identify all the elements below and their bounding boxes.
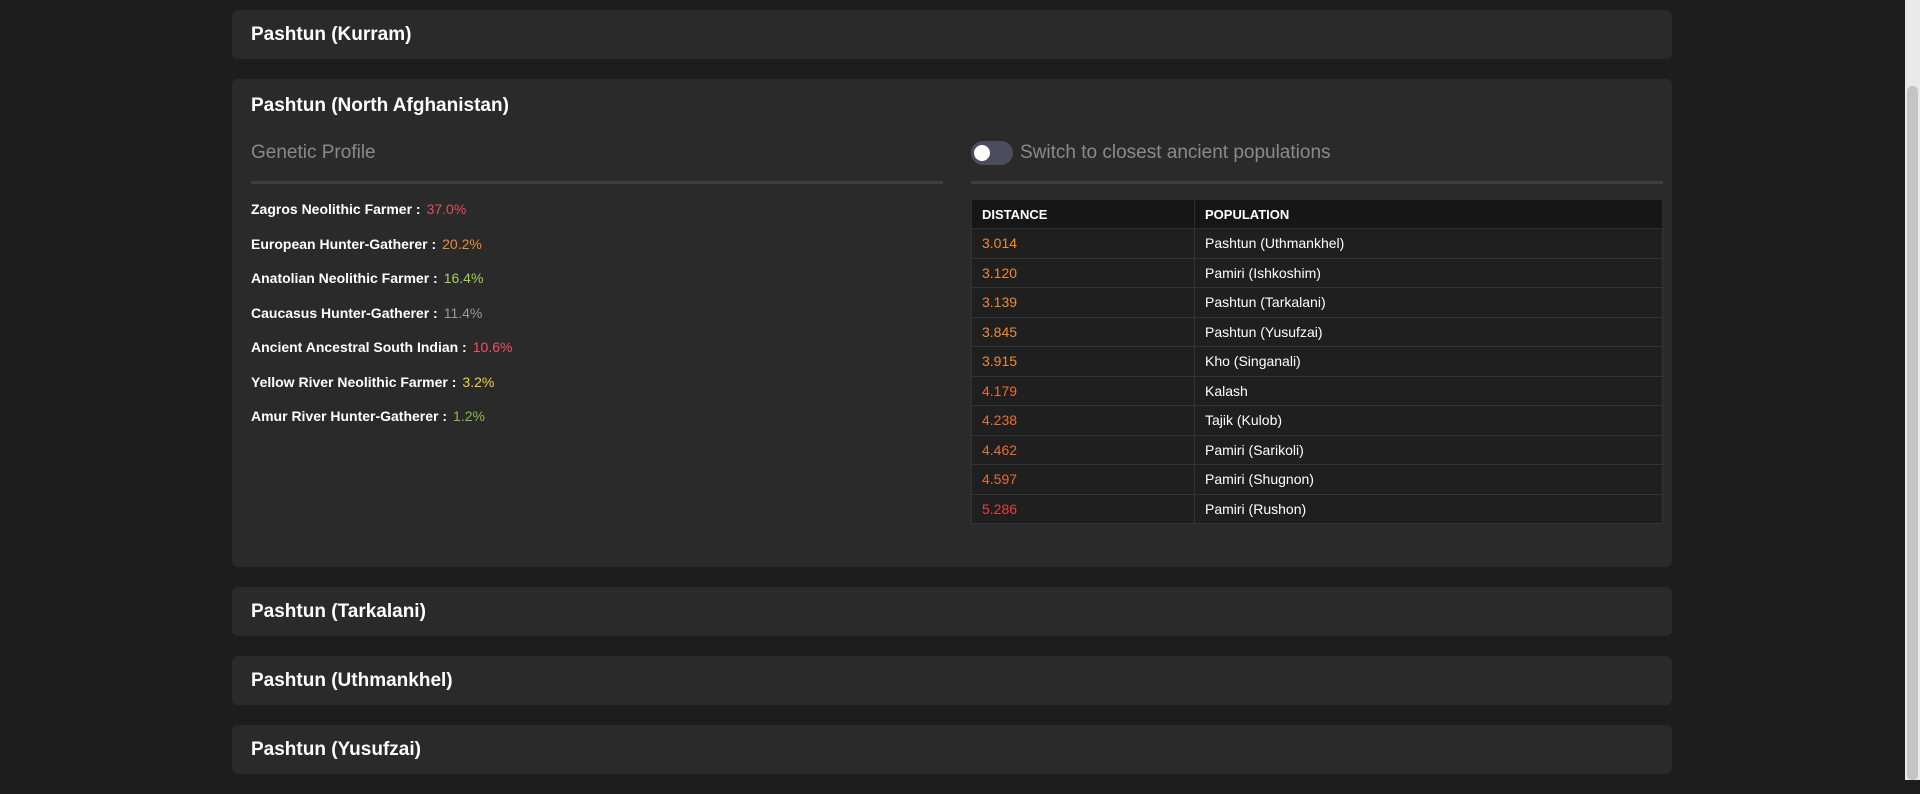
distance-cell: 3.120 <box>971 257 1195 288</box>
profile-item: European Hunter-Gatherer : 20.2% <box>251 234 943 269</box>
profile-label: Amur River Hunter-Gatherer : <box>251 408 448 424</box>
population-cell: Pamiri (Shugnon) <box>1194 464 1663 495</box>
panel-title[interactable]: Pashtun (Uthmankhel) <box>232 656 1672 705</box>
profile-label: Anatolian Neolithic Farmer : <box>251 270 438 286</box>
population-cell: Pamiri (Sarikoli) <box>1194 434 1663 465</box>
table-row: 3.139 Pashtun (Tarkalani) <box>971 287 1663 318</box>
panel-pashtun-north-afghanistan: Pashtun (North Afghanistan) Genetic Prof… <box>232 79 1672 567</box>
profile-item: Anatolian Neolithic Farmer : 16.4% <box>251 268 943 303</box>
genetic-profile-section: Genetic Profile Zagros Neolithic Farmer … <box>251 137 943 441</box>
distance-cell: 4.462 <box>971 434 1195 465</box>
population-cell: Pashtun (Uthmankhel) <box>1194 228 1663 259</box>
profile-label: Zagros Neolithic Farmer : <box>251 201 421 217</box>
profile-item: Ancient Ancestral South Indian : 10.6% <box>251 337 943 372</box>
population-cell: Kho (Singanali) <box>1194 346 1663 377</box>
panel-pashtun-kurram[interactable]: Pashtun (Kurram) <box>232 10 1672 59</box>
panel-pashtun-tarkalani[interactable]: Pashtun (Tarkalani) <box>232 587 1672 636</box>
population-cell: Pamiri (Rushon) <box>1194 493 1663 524</box>
genetic-profile-list: Zagros Neolithic Farmer : 37.0% European … <box>251 199 943 441</box>
table-row: 3.845 Pashtun (Yusufzai) <box>971 316 1663 347</box>
panel-pashtun-yusufzai[interactable]: Pashtun (Yusufzai) <box>232 725 1672 774</box>
profile-item: Amur River Hunter-Gatherer : 1.2% <box>251 406 943 441</box>
column-header-distance: DISTANCE <box>971 199 1195 229</box>
divider <box>251 181 943 184</box>
distance-cell: 4.597 <box>971 464 1195 495</box>
profile-value: 1.2% <box>453 408 485 424</box>
profile-value: 37.0% <box>426 201 467 217</box>
distance-cell: 4.238 <box>971 405 1195 436</box>
distance-cell: 4.179 <box>971 375 1195 406</box>
ancient-populations-toggle[interactable] <box>971 141 1013 165</box>
table-row: 3.120 Pamiri (Ishkoshim) <box>971 257 1663 288</box>
profile-item: Yellow River Neolithic Farmer : 3.2% <box>251 372 943 407</box>
table-row: 3.014 Pashtun (Uthmankhel) <box>971 228 1663 259</box>
table-row: 4.238 Tajik (Kulob) <box>971 405 1663 436</box>
profile-label: European Hunter-Gatherer : <box>251 235 437 252</box>
toggle-label: Switch to closest ancient populations <box>1020 142 1331 163</box>
table-row: 5.286 Pamiri (Rushon) <box>971 493 1663 524</box>
profile-label: Yellow River Neolithic Farmer : <box>251 373 457 390</box>
table-row: 4.462 Pamiri (Sarikoli) <box>971 434 1663 465</box>
scrollbar-track[interactable] <box>1905 0 1920 780</box>
profile-value: 10.6% <box>472 339 513 355</box>
population-accordion: Pashtun (Kurram) Pashtun (North Afghanis… <box>232 10 1672 794</box>
profile-item: Caucasus Hunter-Gatherer : 11.4% <box>251 303 943 338</box>
panel-title[interactable]: Pashtun (Yusufzai) <box>232 725 1672 774</box>
distance-cell: 3.014 <box>971 228 1195 259</box>
profile-label: Ancient Ancestral South Indian : <box>251 339 467 355</box>
toggle-knob <box>974 145 990 161</box>
column-header-population: POPULATION <box>1194 199 1663 229</box>
population-cell: Tajik (Kulob) <box>1194 405 1663 436</box>
distance-cell: 3.845 <box>971 316 1195 347</box>
profile-item: Zagros Neolithic Farmer : 37.0% <box>251 199 943 234</box>
divider <box>971 181 1663 184</box>
profile-value: 3.2% <box>462 373 495 390</box>
population-cell: Pashtun (Yusufzai) <box>1194 316 1663 347</box>
table-row: 4.179 Kalash <box>971 375 1663 406</box>
panel-title[interactable]: Pashtun (Kurram) <box>232 10 1672 59</box>
closest-populations-section: Switch to closest ancient populations DI… <box>971 137 1663 524</box>
profile-label: Caucasus Hunter-Gatherer : <box>251 304 438 321</box>
table-header-row: DISTANCE POPULATION <box>971 199 1663 229</box>
distance-cell: 5.286 <box>971 493 1195 524</box>
population-cell: Pashtun (Tarkalani) <box>1194 287 1663 318</box>
profile-value: 11.4% <box>443 304 483 321</box>
profile-value: 20.2% <box>442 235 482 252</box>
distance-cell: 3.139 <box>971 287 1195 318</box>
table-row: 3.915 Kho (Singanali) <box>971 346 1663 377</box>
genetic-profile-heading: Genetic Profile <box>251 142 376 163</box>
population-cell: Kalash <box>1194 375 1663 406</box>
panel-title[interactable]: Pashtun (North Afghanistan) <box>232 79 1672 122</box>
ancient-toggle-row: Switch to closest ancient populations <box>971 137 1663 169</box>
profile-value: 16.4% <box>443 270 484 286</box>
distance-table: DISTANCE POPULATION 3.014 Pashtun (Uthman… <box>971 199 1663 524</box>
table-row: 4.597 Pamiri (Shugnon) <box>971 464 1663 495</box>
panel-pashtun-uthmankhel[interactable]: Pashtun (Uthmankhel) <box>232 656 1672 705</box>
scrollbar-thumb[interactable] <box>1907 86 1918 780</box>
population-cell: Pamiri (Ishkoshim) <box>1194 257 1663 288</box>
panel-title[interactable]: Pashtun (Tarkalani) <box>232 587 1672 636</box>
distance-cell: 3.915 <box>971 346 1195 377</box>
